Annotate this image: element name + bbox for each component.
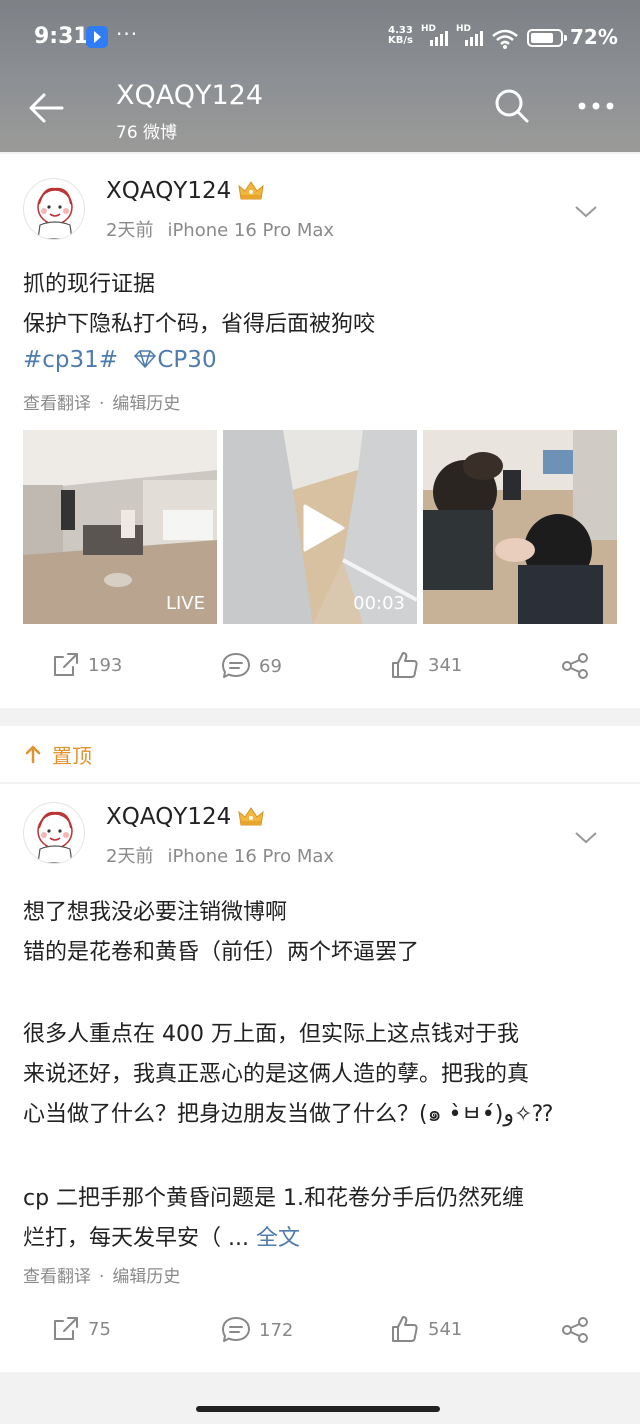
post-time: 2天前 xyxy=(106,220,154,241)
super-topic-label: CP30 xyxy=(157,347,217,373)
battery-percent: 72% xyxy=(570,25,618,49)
pinned-label: 置顶 xyxy=(52,744,92,768)
post-text-line: 保护下隐私打个码，省得后面被狗咬 xyxy=(23,312,376,337)
post-text-line: 来说还好，我真正恶心的是这俩人造的孽。把我的真 xyxy=(23,1062,530,1087)
hd-2-label: HD xyxy=(456,24,472,34)
post-tags: #cp31# CP30 xyxy=(23,347,217,373)
comment-icon xyxy=(222,653,250,678)
post-device: iPhone 16 Pro Max xyxy=(167,846,335,867)
username[interactable]: XQAQY124 xyxy=(106,804,231,830)
media-thumbnail[interactable]: LIVE xyxy=(23,430,217,624)
chevron-down-icon[interactable] xyxy=(574,830,598,844)
like-count: 541 xyxy=(428,1318,463,1340)
super-topic-tag[interactable]: CP30 xyxy=(133,347,217,373)
username[interactable]: XQAQY124 xyxy=(106,178,231,204)
post-device: iPhone 16 Pro Max xyxy=(167,220,335,241)
network-speed: 4.33 KB/s xyxy=(388,26,413,46)
post-card[interactable]: XQAQY124 2天前 iPhone 16 Pro Max 抓的现行证据 保护下… xyxy=(0,154,640,708)
edit-history-link[interactable]: 编辑历史 xyxy=(112,1267,180,1287)
repost-button[interactable]: 75 xyxy=(52,1316,111,1342)
comment-count: 172 xyxy=(259,1319,294,1341)
hd-1-label: HD xyxy=(421,24,437,34)
speed-unit: KB/s xyxy=(388,35,413,46)
like-button[interactable]: 341 xyxy=(390,650,462,680)
crown-badge-icon xyxy=(236,178,266,202)
repost-count: 193 xyxy=(88,654,123,676)
post-text-line: 很多人重点在 400 万上面，但实际上这点钱对于我 xyxy=(23,1022,519,1047)
full-text-link[interactable]: 全文 xyxy=(256,1226,300,1251)
edit-history-link[interactable]: 编辑历史 xyxy=(112,394,180,414)
post-sub-actions: 查看翻译 · 编辑历史 xyxy=(23,389,180,414)
separator: · xyxy=(99,394,105,414)
post-sub-actions: 查看翻译 · 编辑历史 xyxy=(23,1262,180,1287)
pinned-section-header: 置顶 xyxy=(0,726,640,782)
post-text-line: cp 二把手那个黄昏问题是 1.和花卷分手后仍然死缠 xyxy=(23,1186,525,1211)
battery-icon xyxy=(527,29,567,47)
post-time: 2天前 xyxy=(106,846,154,867)
crown-badge-icon xyxy=(236,804,266,828)
live-badge: LIVE xyxy=(165,593,205,614)
post-meta: 2天前 iPhone 16 Pro Max xyxy=(106,842,334,868)
share-button[interactable] xyxy=(560,1316,598,1344)
comment-button[interactable]: 172 xyxy=(221,1316,293,1344)
video-duration: 00:03 xyxy=(353,593,405,614)
post-meta: 2天前 iPhone 16 Pro Max xyxy=(106,216,334,242)
separator: · xyxy=(99,1267,105,1287)
repost-count: 75 xyxy=(88,1318,111,1340)
search-icon[interactable] xyxy=(494,88,530,124)
avatar[interactable] xyxy=(23,178,85,240)
share-icon xyxy=(562,1317,588,1343)
translate-link[interactable]: 查看翻译 xyxy=(23,1267,91,1287)
back-arrow-icon[interactable] xyxy=(26,88,66,128)
chevron-down-icon[interactable] xyxy=(574,204,598,218)
avatar[interactable] xyxy=(23,802,85,864)
home-indicator[interactable] xyxy=(196,1406,440,1412)
comment-button[interactable]: 69 xyxy=(221,652,282,680)
post-text-line: 想了想我没必要注销微博啊 xyxy=(23,900,288,925)
post-text-line: 抓的现行证据 xyxy=(23,272,156,297)
status-bar: 9:31 ··· 4.33 KB/s HD HD 72% xyxy=(0,22,640,56)
post-text-truncated: 烂打，每天发早安（ ... xyxy=(23,1226,249,1251)
topic-tag[interactable]: #cp31# xyxy=(23,347,118,373)
repost-button[interactable]: 193 xyxy=(52,652,122,678)
page-title: XQAQY124 xyxy=(116,80,264,111)
post-count: 76 微博 xyxy=(116,123,178,143)
more-icon[interactable] xyxy=(576,94,616,118)
pin-arrow-icon xyxy=(25,745,41,764)
video-thumbnail[interactable]: 00:03 xyxy=(223,430,417,624)
header-bar: 9:31 ··· 4.33 KB/s HD HD 72% XQAQY124 76… xyxy=(0,0,640,152)
like-count: 341 xyxy=(428,654,463,676)
diamond-icon xyxy=(134,350,157,369)
status-time: 9:31 xyxy=(34,24,89,49)
share-square-icon xyxy=(54,1317,78,1340)
post-text-line: 错的是花卷和黄昏（前任）两个坏逼罢了 xyxy=(23,940,420,965)
post-text-line: 心当做了什么？把身边朋友当做了什么？(๑ •̀ㅂ•́)و✧⁇ xyxy=(23,1102,553,1127)
media-thumbnail[interactable] xyxy=(423,430,617,624)
wifi-icon xyxy=(491,28,519,54)
share-icon xyxy=(562,653,588,679)
post-text-line: 烂打，每天发早安（ ... 全文 xyxy=(23,1220,300,1252)
thumbs-up-icon xyxy=(392,1316,418,1342)
share-button[interactable] xyxy=(560,652,598,680)
comment-icon xyxy=(222,1317,250,1342)
post-card[interactable]: XQAQY124 2天前 iPhone 16 Pro Max 想了想我没必要注销微… xyxy=(0,784,640,1372)
comment-count: 69 xyxy=(259,655,282,677)
translate-link[interactable]: 查看翻译 xyxy=(23,394,91,414)
play-icon[interactable] xyxy=(301,504,345,552)
share-square-icon xyxy=(54,653,78,676)
more-notifications-icon: ··· xyxy=(116,22,139,46)
thumbs-up-icon xyxy=(392,652,418,678)
notification-app-icon xyxy=(86,26,108,48)
like-button[interactable]: 541 xyxy=(390,1314,462,1344)
